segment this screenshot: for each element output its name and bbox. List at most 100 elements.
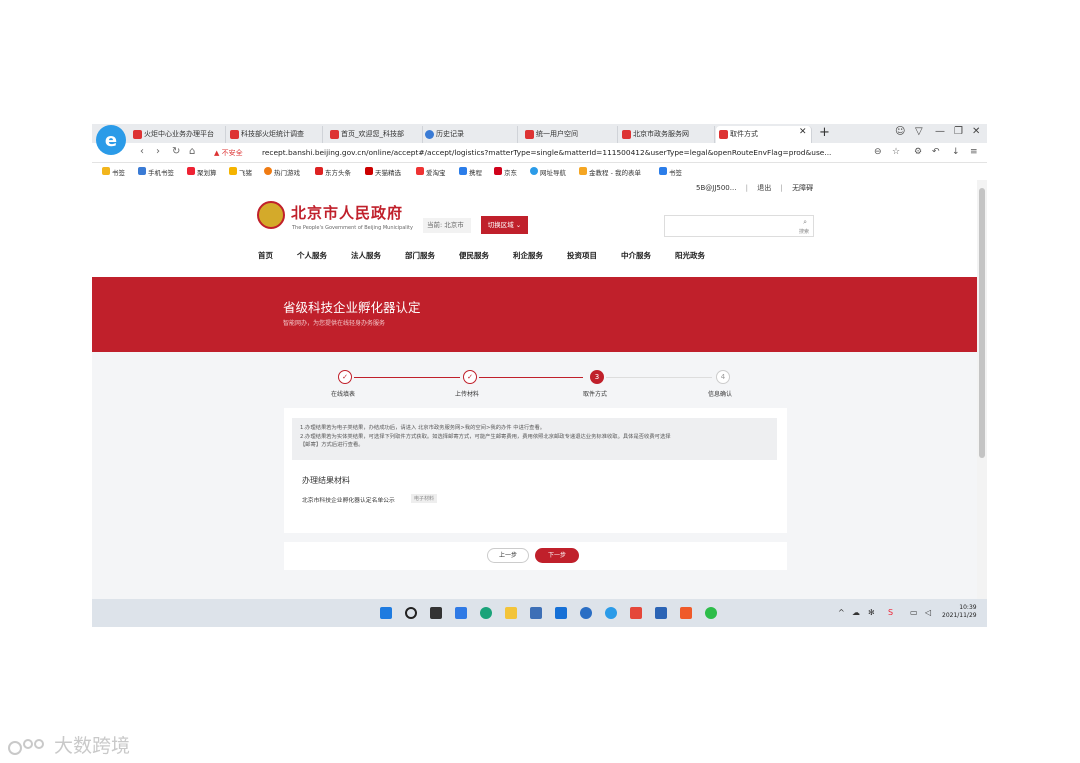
bookmark-item[interactable]: 金教程 - 我的表单 (579, 167, 641, 177)
action-bar: 上一步 下一步 (284, 542, 787, 570)
shield-icon[interactable]: ▽ (915, 126, 923, 137)
watermark: 大数跨境 (8, 731, 130, 758)
bookmark-item[interactable]: 热门游戏 (264, 167, 300, 177)
bookmark-item[interactable]: 飞猪 (229, 167, 252, 177)
bookmark-item[interactable]: 手机书签 (138, 167, 174, 177)
tab-5[interactable]: 统一用户空间 (522, 126, 618, 143)
display-icon[interactable]: ▭ (910, 608, 918, 617)
next-step-button[interactable]: 下一步 (535, 548, 579, 563)
page-scrollbar[interactable] (977, 180, 987, 599)
search-icon[interactable] (405, 607, 417, 619)
url-input[interactable]: recept.banshi.beijing.gov.cn/online/acce… (262, 148, 831, 157)
tab-6[interactable]: 北京市政务服务网 (619, 126, 715, 143)
nav-home[interactable]: 首页 (258, 250, 273, 261)
notice-line: 1.办理结果若为电子类结果，办结成功后，请进入 北京市政务服务网>我的空间>我的… (300, 425, 546, 431)
widgets-icon[interactable] (455, 607, 467, 619)
gear-icon[interactable]: ✻ (868, 608, 875, 617)
site-subtitle: The People's Government of Beijing Munic… (292, 225, 413, 231)
step-connector (606, 377, 712, 378)
user-icon[interactable]: ☺ (895, 126, 905, 137)
result-material: 北京市科技企业孵化器认定名单公示 (302, 498, 395, 504)
app-icon[interactable] (630, 607, 642, 619)
step-connector (354, 377, 460, 378)
delivery-card: 1.办理结果若为电子类结果，办结成功后，请进入 北京市政务服务网>我的空间>我的… (284, 408, 787, 533)
taskbar: ^ ☁ ✻ S ▭ ◁ 10:39 2021/11/29 (92, 599, 987, 627)
bookmark-item[interactable]: 天猫精选 (365, 167, 401, 177)
search-icon[interactable]: ⌕ (803, 218, 807, 227)
nav-investment[interactable]: 投资项目 (567, 250, 597, 261)
home-icon[interactable]: ⌂ (189, 146, 195, 157)
cloud-icon[interactable]: ☁ (852, 608, 860, 617)
file-explorer-icon[interactable] (505, 607, 517, 619)
extension-icon[interactable]: ⚙ (914, 147, 922, 157)
start-icon[interactable] (380, 607, 392, 619)
forward-icon[interactable]: › (156, 146, 160, 157)
bookmark-item[interactable]: 书签 (102, 167, 125, 177)
nav-intermediary[interactable]: 中介服务 (621, 250, 651, 261)
bookmark-item[interactable]: 携程 (459, 167, 482, 177)
scroll-thumb[interactable] (979, 188, 985, 458)
store-icon[interactable] (530, 607, 542, 619)
undo-icon[interactable]: ↶ (932, 147, 940, 157)
bookmark-item[interactable]: 京东 (494, 167, 517, 177)
watermark-text: 大数跨境 (54, 735, 131, 757)
bookmark-item[interactable]: 爱淘宝 (416, 167, 446, 177)
clock-app-icon[interactable] (580, 607, 592, 619)
nav-sunshine[interactable]: 阳光政务 (675, 250, 705, 261)
browser-icon[interactable] (605, 607, 617, 619)
tab-2[interactable]: 科技部火炬统计调查 (227, 126, 323, 143)
step-check-icon: ✓ (338, 370, 352, 384)
nav-department[interactable]: 部门服务 (405, 250, 435, 261)
nav-legal[interactable]: 法人服务 (351, 250, 381, 261)
menu-icon[interactable]: ≡ (970, 147, 978, 157)
close-tab-icon[interactable]: ✕ (799, 127, 807, 137)
minimize-icon[interactable]: — (935, 126, 945, 137)
star-icon[interactable]: ☆ (892, 147, 900, 157)
nav-enterprise[interactable]: 利企服务 (513, 250, 543, 261)
star-icon (102, 167, 110, 175)
site-search-input[interactable]: ⌕ 搜索 (664, 215, 814, 237)
logout-link[interactable]: 退出 (757, 184, 771, 192)
word-icon[interactable] (655, 607, 667, 619)
service-subtitle: 智能网办，为您提供在线轻身办务服务 (283, 320, 386, 327)
prev-step-button[interactable]: 上一步 (487, 548, 529, 563)
bookmark-item[interactable]: 网址导航 (530, 167, 566, 177)
maximize-icon[interactable]: ❐ (954, 126, 963, 137)
tab-active[interactable]: 取件方式 (716, 126, 812, 143)
tab-history[interactable]: 历史记录 (422, 126, 518, 143)
grid-icon (719, 130, 728, 139)
task-view-icon[interactable] (430, 607, 442, 619)
phone-icon (138, 167, 146, 175)
zoom-icon[interactable]: ⊖ (874, 147, 882, 157)
close-window-icon[interactable]: ✕ (972, 126, 980, 137)
refresh-icon[interactable]: ↻ (172, 146, 180, 157)
accessibility-link[interactable]: 无障碍 (792, 184, 813, 192)
fliggy-icon (229, 167, 237, 175)
username-link[interactable]: 5B@JJ500... (696, 184, 736, 192)
tab-1[interactable]: 火炬中心业务办理平台 (130, 126, 226, 143)
jd-icon (494, 167, 502, 175)
mail-icon[interactable] (555, 607, 567, 619)
site-title[interactable]: 北京市人民政府 (291, 202, 403, 223)
back-icon[interactable]: ‹ (140, 146, 144, 157)
bookmark-item[interactable]: 书签 (659, 167, 682, 177)
chevron-up-icon[interactable]: ^ (838, 608, 845, 617)
app-icon[interactable] (680, 607, 692, 619)
nav-personal[interactable]: 个人服务 (297, 250, 327, 261)
tab-3[interactable]: 首页_欢迎您_科技部 (327, 126, 423, 143)
clock-time: 10:39 (959, 604, 977, 611)
wechat-icon[interactable] (705, 607, 717, 619)
new-tab-icon[interactable]: + (819, 125, 830, 140)
system-clock[interactable]: 10:39 2021/11/29 (942, 604, 977, 620)
switch-region-button[interactable]: 切换区域 ⌄ (481, 216, 528, 234)
bookmark-item[interactable]: 聚划算 (187, 167, 217, 177)
download-icon[interactable]: ↓ (952, 147, 960, 157)
fire-icon (330, 130, 339, 139)
clock-date: 2021/11/29 (942, 612, 977, 619)
edge-icon[interactable] (480, 607, 492, 619)
bookmark-item[interactable]: 东方头条 (315, 167, 351, 177)
sogou-icon[interactable]: S (888, 608, 893, 617)
insecure-warning[interactable]: ▲ 不安全 (214, 148, 243, 158)
nav-convenience[interactable]: 便民服务 (459, 250, 489, 261)
volume-icon[interactable]: ◁ (925, 608, 931, 617)
